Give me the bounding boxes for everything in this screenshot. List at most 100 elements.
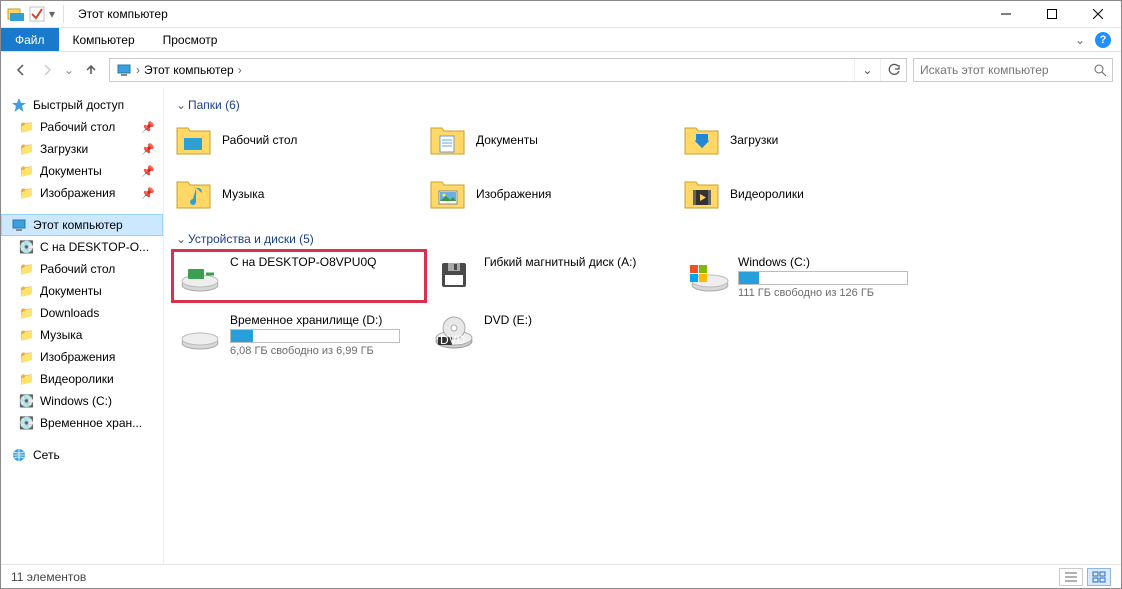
sidebar-item-downloads[interactable]: 📁Загрузки📌 — [1, 138, 163, 160]
chevron-down-icon: ⌄ — [174, 232, 188, 246]
drive-item[interactable]: C на DESKTOP-O8VPU0Q — [174, 252, 424, 300]
folder-item[interactable]: Рабочий стол — [174, 118, 424, 162]
navigation-pane: Быстрый доступ 📁Рабочий стол📌 📁Загрузки📌… — [1, 88, 164, 564]
drive-icon: 💽 — [19, 416, 34, 430]
folder-icon — [682, 120, 722, 160]
folder-icon — [428, 120, 468, 160]
pin-icon: 📌 — [141, 187, 155, 200]
address-dropdown[interactable]: ⌄ — [854, 59, 880, 81]
sidebar-item-desktop[interactable]: 📁Рабочий стол📌 — [1, 116, 163, 138]
pin-icon: 📌 — [141, 121, 155, 134]
sidebar-item[interactable]: 📁Музыка — [1, 324, 163, 346]
sidebar-this-pc[interactable]: Этот компьютер — [1, 214, 163, 236]
drive-free-space: 111 ГБ свободно из 126 ГБ — [738, 287, 908, 299]
sidebar-item[interactable]: 📁Downloads — [1, 302, 163, 324]
folder-label: Видеоролики — [730, 187, 804, 201]
folder-icon — [428, 174, 468, 214]
folder-item[interactable]: Документы — [428, 118, 678, 162]
drive-free-space: 6,08 ГБ свободно из 6,99 ГБ — [230, 345, 400, 357]
folder-item[interactable]: Музыка — [174, 172, 424, 216]
sidebar-quick-access[interactable]: Быстрый доступ — [1, 94, 163, 116]
drive-item[interactable]: DVD DVD (E:) — [428, 310, 678, 358]
help-button[interactable]: ? — [1095, 32, 1111, 48]
folder-icon: 📁 — [19, 120, 34, 134]
ribbon-expand-icon[interactable]: ⌄ — [1075, 33, 1085, 47]
folder-icon: 📁 — [19, 350, 34, 364]
refresh-button[interactable] — [880, 59, 906, 81]
breadcrumb-root[interactable]: Этот компьютер — [144, 63, 234, 77]
chevron-right-icon[interactable]: › — [238, 63, 242, 77]
close-button[interactable] — [1075, 1, 1121, 28]
folder-icon: 📁 — [19, 262, 34, 276]
chevron-right-icon[interactable]: › — [136, 63, 140, 77]
folder-icon: 📁 — [19, 306, 34, 320]
section-devices-header[interactable]: ⌄ Устройства и диски (5) — [174, 232, 1111, 246]
nav-forward-button[interactable] — [35, 56, 59, 84]
storage-bar — [230, 329, 400, 343]
pc-icon — [116, 62, 132, 78]
content-pane: ⌄ Папки (6) Рабочий стол Документы Загрузк… — [164, 88, 1121, 564]
drive-item[interactable]: Windows (C:) 111 ГБ свободно из 126 ГБ — [682, 252, 932, 300]
sidebar-item-documents[interactable]: 📁Документы📌 — [1, 160, 163, 182]
nav-back-button[interactable] — [9, 56, 33, 84]
search-icon[interactable] — [1088, 63, 1112, 77]
sidebar-item[interactable]: 📁Видеоролики — [1, 368, 163, 390]
qat-dropdown-icon[interactable]: ▾ — [49, 7, 55, 21]
folder-icon: 📁 — [19, 186, 34, 200]
drive-item[interactable]: Временное хранилище (D:) 6,08 ГБ свободно… — [174, 310, 424, 358]
network-icon — [11, 447, 27, 463]
folder-label: Загрузки — [730, 133, 778, 147]
sidebar-item[interactable]: 💽C на DESKTOP-O... — [1, 236, 163, 258]
drive-icon — [178, 313, 222, 353]
svg-text:DVD: DVD — [440, 333, 466, 347]
view-details-button[interactable] — [1059, 568, 1083, 586]
drive-label: Временное хранилище (D:) — [230, 313, 400, 327]
sidebar-item[interactable]: 📁Изображения — [1, 346, 163, 368]
maximize-button[interactable] — [1029, 1, 1075, 28]
folder-label: Музыка — [222, 187, 264, 201]
sidebar-network[interactable]: Сеть — [1, 444, 163, 466]
sidebar-item[interactable]: 📁Рабочий стол — [1, 258, 163, 280]
sidebar-item[interactable]: 📁Документы — [1, 280, 163, 302]
tab-view[interactable]: Просмотр — [149, 28, 232, 51]
storage-bar — [738, 271, 908, 285]
folder-icon: 📁 — [19, 328, 34, 342]
explorer-icon — [7, 5, 25, 23]
search-box[interactable] — [913, 58, 1113, 82]
drive-icon: DVD — [432, 313, 476, 353]
address-bar[interactable]: › Этот компьютер › ⌄ — [109, 58, 907, 82]
drive-icon — [686, 255, 730, 295]
folder-icon — [174, 174, 214, 214]
minimize-button[interactable] — [983, 1, 1029, 28]
folder-item[interactable]: Видеоролики — [682, 172, 932, 216]
view-large-icons-button[interactable] — [1087, 568, 1111, 586]
drive-label: Гибкий магнитный диск (A:) — [484, 255, 636, 269]
nav-history-dropdown[interactable]: ⌄ — [61, 63, 77, 77]
folder-icon: 📁 — [19, 164, 34, 178]
sidebar-item[interactable]: 💽Временное хран... — [1, 412, 163, 434]
folder-icon: 📁 — [19, 372, 34, 386]
folder-label: Изображения — [476, 187, 551, 201]
tab-file[interactable]: Файл — [1, 28, 59, 51]
nav-up-button[interactable] — [79, 56, 103, 84]
folder-item[interactable]: Загрузки — [682, 118, 932, 162]
pin-icon: 📌 — [141, 165, 155, 178]
drive-item[interactable]: Гибкий магнитный диск (A:) — [428, 252, 678, 300]
search-input[interactable] — [914, 63, 1088, 77]
qat-check-icon[interactable] — [29, 6, 45, 22]
drive-icon: 💽 — [19, 240, 34, 254]
drive-label: DVD (E:) — [484, 313, 532, 327]
drive-icon: 💽 — [19, 394, 34, 408]
section-folders-header[interactable]: ⌄ Папки (6) — [174, 98, 1111, 112]
folder-item[interactable]: Изображения — [428, 172, 678, 216]
sidebar-item-pictures[interactable]: 📁Изображения📌 — [1, 182, 163, 204]
sidebar-item[interactable]: 💽Windows (C:) — [1, 390, 163, 412]
tab-computer[interactable]: Компьютер — [59, 28, 149, 51]
star-icon — [11, 97, 27, 113]
pin-icon: 📌 — [141, 143, 155, 156]
drive-label: Windows (C:) — [738, 255, 908, 269]
chevron-down-icon: ⌄ — [174, 98, 188, 112]
drive-icon — [178, 255, 222, 295]
folder-label: Документы — [476, 133, 538, 147]
folder-icon: 📁 — [19, 142, 34, 156]
